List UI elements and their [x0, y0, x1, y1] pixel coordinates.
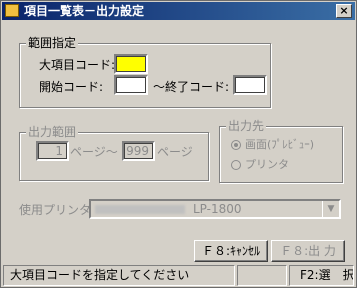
major-code-label: 大項目コード: — [39, 58, 116, 72]
end-code-input[interactable] — [233, 75, 267, 95]
dialog-window: 項目一覧表－出力設定 × 範囲指定 大項目コード: 開始コード: ～終了コード:… — [0, 0, 357, 288]
chevron-down-icon[interactable]: ▼ — [322, 201, 339, 217]
printer-select[interactable]: LP-1800 ▼ — [89, 199, 341, 219]
to-page-input[interactable]: 999 — [122, 141, 155, 161]
radio-printer-label: プリンタ — [245, 158, 289, 171]
output-button[interactable]: Ｆ８:出 力 — [271, 240, 345, 262]
page-label-to: ページ — [157, 145, 193, 159]
from-page-input[interactable]: 1 — [36, 141, 69, 161]
status-message: 大項目コードを指定してください — [3, 265, 235, 286]
output-dest-legend: 出力先 — [226, 119, 267, 133]
close-button[interactable]: × — [336, 4, 352, 18]
output-range-legend: 出力範囲 — [26, 125, 79, 139]
status-panel-empty — [237, 265, 287, 286]
printer-label: 使用プリンタ — [19, 203, 92, 217]
start-code-label: 開始コード: — [39, 80, 104, 94]
status-key-hint: F2:選 択 — [289, 265, 354, 286]
start-code-input[interactable] — [114, 75, 148, 95]
cancel-button[interactable]: Ｆ８:ｷｬﾝｾﾙ — [194, 240, 268, 262]
status-bar: 大項目コードを指定してください F2:選 択 — [2, 265, 355, 287]
range-group-legend: 範囲指定 — [26, 36, 79, 50]
output-dest-group: 出力先 — [219, 119, 343, 183]
end-code-label: ～終了コード: — [153, 80, 230, 94]
major-code-input[interactable] — [114, 54, 148, 74]
page-label-from: ページ～ — [70, 145, 118, 159]
window-title: 項目一覧表－出力設定 — [24, 4, 145, 18]
radio-printer[interactable] — [231, 160, 241, 170]
printer-name-redacted — [95, 205, 185, 214]
app-icon — [5, 4, 19, 17]
radio-preview[interactable] — [231, 140, 241, 150]
title-bar: 項目一覧表－出力設定 × — [2, 2, 355, 20]
radio-preview-label: 画面(ﾌﾟﾚﾋﾞｭｰ) — [245, 138, 315, 151]
